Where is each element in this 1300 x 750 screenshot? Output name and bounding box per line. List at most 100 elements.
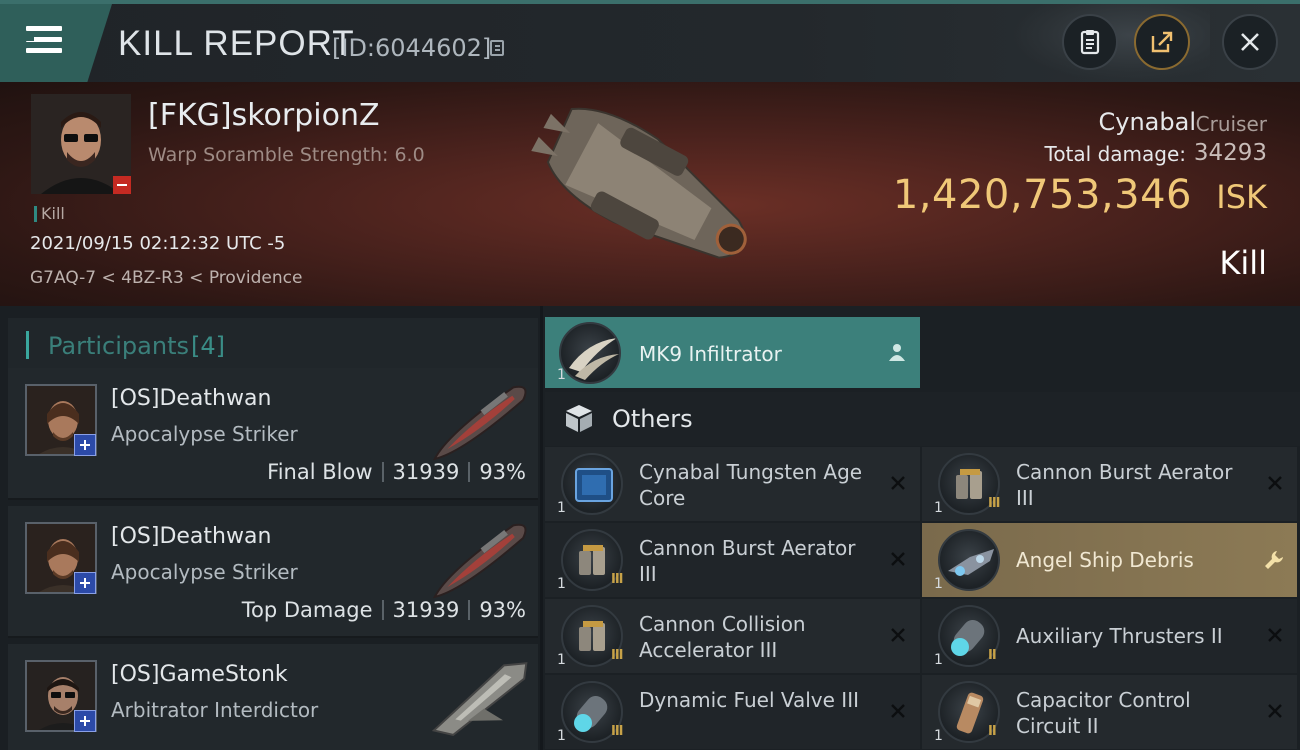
destroyed-x-icon bbox=[891, 704, 905, 718]
participant-stats: Top Damage 31939 93% bbox=[242, 598, 526, 622]
participants-count: [4] bbox=[191, 332, 225, 360]
share-button[interactable] bbox=[1134, 14, 1190, 70]
copy-id-icon[interactable] bbox=[490, 40, 504, 56]
kill-location[interactable]: G7AQ-7 < 4BZ-R3 < Providence bbox=[30, 268, 302, 288]
destroyed-x-icon bbox=[1268, 628, 1282, 642]
isk-label: ISK bbox=[1216, 178, 1267, 216]
participant-ship: Arbitrator Interdictor bbox=[111, 698, 319, 722]
item-row[interactable]: III 1 Cannon Burst Aerator III bbox=[545, 523, 920, 597]
share-icon bbox=[1151, 31, 1173, 53]
others-section-header: Others bbox=[545, 392, 1300, 446]
item-quantity: 1 bbox=[557, 367, 566, 383]
item-name: Dynamic Fuel Valve III bbox=[639, 688, 859, 712]
title-bar: KILL REPORT [ID:6044602] bbox=[0, 4, 1300, 82]
item-row[interactable]: II 1 Auxiliary Thrusters II bbox=[922, 599, 1297, 673]
tier-badge: III bbox=[611, 648, 623, 663]
destroyed-x-icon bbox=[1268, 476, 1282, 490]
item-name: Cynabal Tungsten Age Core bbox=[639, 460, 863, 510]
divider bbox=[468, 600, 471, 620]
destroyed-x-icon bbox=[1268, 704, 1282, 718]
tier-badge: II bbox=[988, 724, 997, 739]
kill-result: Kill bbox=[1219, 244, 1267, 282]
friendly-status-badge bbox=[74, 434, 96, 456]
participant-ship-image bbox=[432, 385, 527, 461]
item-quantity: 1 bbox=[557, 728, 566, 744]
kill-datetime: 2021/09/15 02:12:32 UTC -5 bbox=[30, 233, 286, 254]
victim-subtitle: Warp Soramble Strength: 6.0 bbox=[148, 144, 425, 166]
participant-ship-image bbox=[431, 662, 528, 736]
participant-row[interactable]: [OS]Deathwan Apocalypse Striker Final Bl… bbox=[8, 368, 538, 500]
participant-percent: 93% bbox=[479, 460, 526, 484]
menu-icon-bar bbox=[26, 48, 62, 53]
item-name: Auxiliary Thrusters II bbox=[1016, 624, 1223, 648]
item-quantity: 1 bbox=[557, 652, 566, 668]
participant-name[interactable]: [OS]Deathwan bbox=[111, 524, 271, 549]
menu-button[interactable] bbox=[0, 4, 112, 82]
implant-row[interactable]: 1 MK9 Infiltrator bbox=[545, 317, 920, 388]
clipboard-button[interactable] bbox=[1062, 14, 1118, 70]
wrench-icon bbox=[1265, 551, 1283, 569]
implant-name: MK9 Infiltrator bbox=[639, 342, 782, 366]
kill-tag: Kill bbox=[34, 206, 65, 222]
item-row[interactable]: III 1 Cannon Burst Aerator III bbox=[922, 447, 1297, 521]
participant-name[interactable]: [OS]Deathwan bbox=[111, 386, 271, 411]
destroyed-x-icon bbox=[891, 476, 905, 490]
item-name: Angel Ship Debris bbox=[1016, 548, 1194, 572]
participant-row[interactable]: [OS]GameStonk Arbitrator Interdictor bbox=[8, 644, 538, 750]
victim-ship-name[interactable]: Cynabal bbox=[1099, 108, 1197, 136]
item-quantity: 1 bbox=[557, 576, 566, 592]
item-row-highlighted[interactable]: 1 Angel Ship Debris bbox=[922, 523, 1297, 597]
item-quantity: 1 bbox=[934, 652, 943, 668]
item-row[interactable]: 1 Cynabal Tungsten Age Core bbox=[545, 447, 920, 521]
destroyed-x-icon bbox=[891, 552, 905, 566]
hostile-status-badge bbox=[113, 176, 131, 194]
menu-icon-notch bbox=[26, 33, 34, 41]
person-icon bbox=[889, 344, 905, 361]
victim-ship-class: Cruiser bbox=[1195, 112, 1267, 136]
item-name: Cannon Burst Aerator III bbox=[639, 536, 856, 586]
participants-title: Participants bbox=[48, 332, 189, 360]
participants-header: Participants [4] bbox=[8, 318, 538, 370]
item-row[interactable]: III 1 Dynamic Fuel Valve III bbox=[545, 675, 920, 749]
participant-ship-image bbox=[432, 523, 527, 599]
tier-badge: III bbox=[611, 572, 623, 587]
participant-name[interactable]: [OS]GameStonk bbox=[111, 662, 288, 687]
participants-panel: Participants [4] [OS]Deathwan Apocalypse… bbox=[0, 306, 540, 750]
close-icon bbox=[1241, 33, 1259, 51]
item-quantity: 1 bbox=[557, 500, 566, 516]
participant-percent: 93% bbox=[479, 598, 526, 622]
participant-ship: Apocalypse Striker bbox=[111, 560, 298, 584]
implant-item-icon bbox=[559, 322, 621, 384]
debris-item-icon bbox=[938, 529, 1000, 591]
item-row[interactable]: II 1 Capacitor Control Circuit II bbox=[922, 675, 1297, 749]
tier-badge: III bbox=[988, 496, 1000, 511]
divider bbox=[468, 462, 471, 482]
destroyed-x-icon bbox=[891, 628, 905, 642]
isk-value: 1,420,753,346 bbox=[892, 172, 1192, 218]
tier-badge: III bbox=[611, 724, 623, 739]
menu-icon bbox=[26, 26, 62, 31]
victim-banner: [FKG]skorpionZ Warp Soramble Strength: 6… bbox=[0, 82, 1300, 306]
divider bbox=[381, 462, 384, 482]
participant-row[interactable]: [OS]Deathwan Apocalypse Striker Top Dama… bbox=[8, 506, 538, 638]
friendly-status-badge bbox=[74, 710, 96, 732]
clipboard-icon bbox=[1080, 30, 1100, 55]
item-quantity: 1 bbox=[934, 576, 943, 592]
item-name: Cannon Burst Aerator III bbox=[1016, 460, 1233, 510]
item-row[interactable]: III 1 Cannon Collision Accelerator III bbox=[545, 599, 920, 673]
victim-name[interactable]: [FKG]skorpionZ bbox=[148, 98, 380, 133]
item-quantity: 1 bbox=[934, 728, 943, 744]
others-title: Others bbox=[612, 405, 693, 433]
tier-badge: II bbox=[988, 648, 997, 663]
item-name: Cannon Collision Accelerator III bbox=[639, 612, 806, 662]
item-name: Capacitor Control Circuit II bbox=[1016, 688, 1191, 738]
participant-stats: Final Blow 31939 93% bbox=[267, 460, 526, 484]
core-item-icon bbox=[561, 453, 623, 515]
close-button[interactable] bbox=[1222, 14, 1278, 70]
total-damage-value: 34293 bbox=[1193, 140, 1267, 166]
participant-damage: 31939 bbox=[392, 598, 460, 622]
friendly-status-badge bbox=[74, 572, 96, 594]
page-title: KILL REPORT bbox=[118, 24, 355, 63]
victim-ship-image bbox=[531, 107, 747, 259]
report-id: [ID:6044602] bbox=[332, 34, 492, 62]
